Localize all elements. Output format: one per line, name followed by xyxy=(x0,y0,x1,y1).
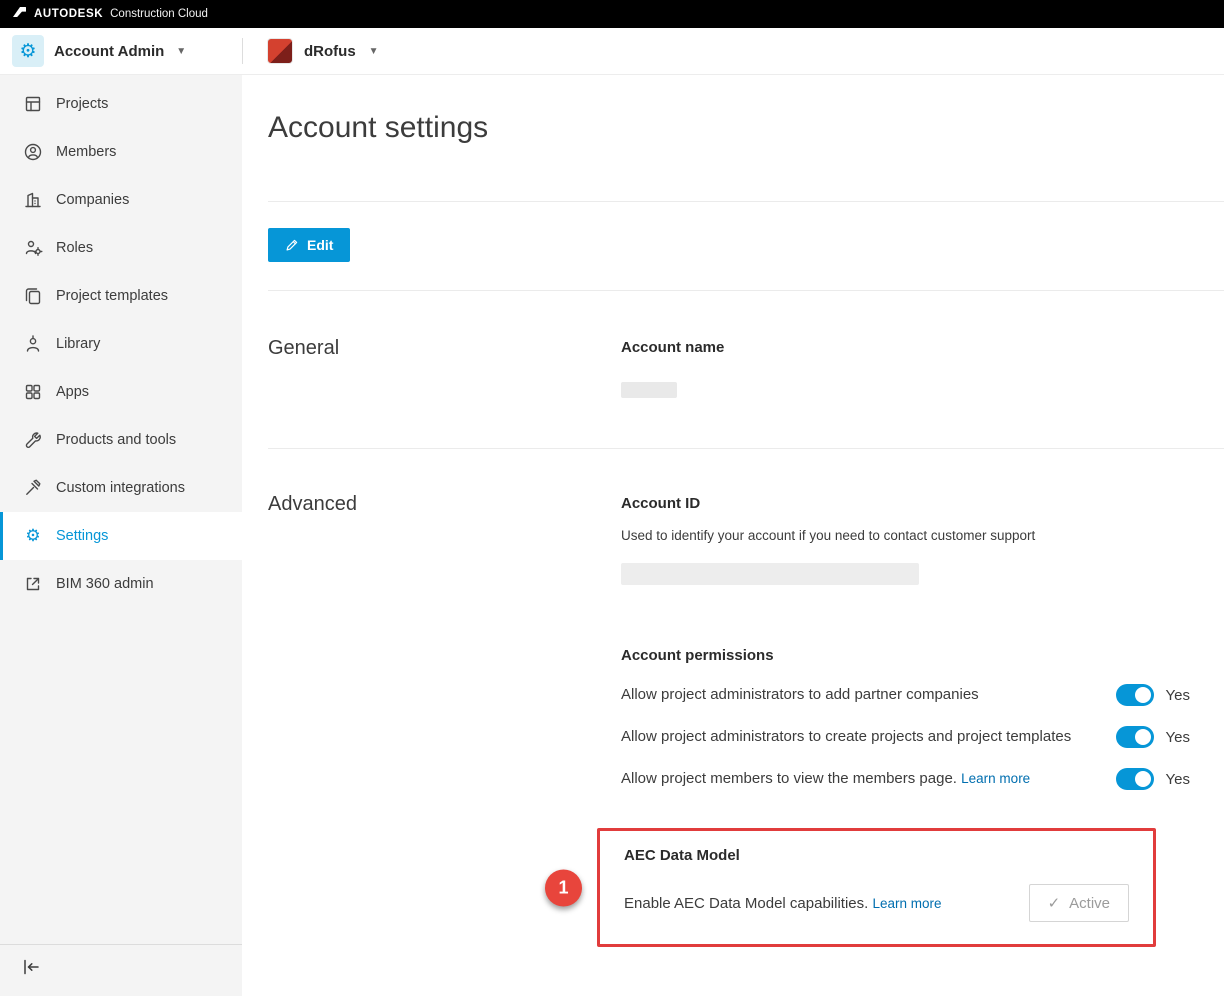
brand-suffix: Construction Cloud xyxy=(110,8,208,20)
library-icon xyxy=(23,334,43,354)
general-section: General Account name xyxy=(268,337,1224,398)
check-icon: ✓ xyxy=(1048,894,1061,912)
project-templates-icon xyxy=(23,286,43,306)
aec-text-span: Enable AEC Data Model capabilities. xyxy=(624,895,868,912)
permission-text-span: Allow project members to view the member… xyxy=(621,770,957,787)
account-name-value-redacted xyxy=(621,382,677,398)
general-section-label: General xyxy=(268,337,621,398)
account-selector[interactable]: dRofus ▼ xyxy=(243,38,379,64)
app-name: Account Admin xyxy=(54,43,164,60)
annotation-number: 1 xyxy=(558,877,568,898)
collapse-to-left-icon xyxy=(20,957,42,977)
permission-row: Allow project administrators to add part… xyxy=(621,684,1190,706)
aec-data-model-title: AEC Data Model xyxy=(624,847,1129,864)
permission-text: Allow project administrators to add part… xyxy=(621,684,979,706)
page-title: Account settings xyxy=(268,111,1224,145)
account-id-value-redacted xyxy=(621,563,919,585)
permission-control: Yes xyxy=(1116,726,1190,748)
account-admin-gear-icon: ⚙ xyxy=(12,35,44,67)
collapse-sidebar-button[interactable] xyxy=(18,957,44,979)
edit-button-label: Edit xyxy=(307,237,333,253)
divider xyxy=(268,448,1224,449)
aec-data-model-row: Enable AEC Data Model capabilities. Lear… xyxy=(624,884,1129,922)
sidebar-item-label: Roles xyxy=(56,240,93,256)
toggle-on[interactable] xyxy=(1116,684,1154,706)
sidebar-item-label: Apps xyxy=(56,384,89,400)
permission-row: Allow project members to view the member… xyxy=(621,768,1190,790)
toggle-on[interactable] xyxy=(1116,768,1154,790)
app-header: ⚙ Account Admin ▼ dRofus ▼ xyxy=(0,28,1224,75)
companies-icon xyxy=(23,190,43,210)
account-selector-label: dRofus xyxy=(304,43,356,60)
annotation-step-1: 1 xyxy=(545,869,582,906)
sidebar-item-label: Members xyxy=(56,144,116,160)
sidebar-item-settings[interactable]: ⚙ Settings xyxy=(0,512,242,560)
sidebar-item-bim360-admin[interactable]: BIM 360 admin xyxy=(0,560,242,608)
members-icon xyxy=(23,142,43,162)
sidebar-item-companies[interactable]: Companies xyxy=(0,176,242,224)
sidebar: Projects Members Companies Roles Project… xyxy=(0,75,242,996)
chevron-down-icon: ▼ xyxy=(369,46,379,57)
drofus-logo xyxy=(267,38,293,64)
sidebar-item-library[interactable]: Library xyxy=(0,320,242,368)
toggle-on[interactable] xyxy=(1116,726,1154,748)
sidebar-item-custom-integrations[interactable]: Custom integrations xyxy=(0,464,242,512)
sidebar-item-products-and-tools[interactable]: Products and tools xyxy=(0,416,242,464)
toggle-value-label: Yes xyxy=(1166,729,1190,746)
learn-more-link[interactable]: Learn more xyxy=(872,896,941,911)
app-switcher[interactable]: ⚙ Account Admin ▼ xyxy=(0,35,242,67)
sidebar-item-label: Project templates xyxy=(56,288,168,304)
roles-icon xyxy=(23,238,43,258)
permission-row: Allow project administrators to create p… xyxy=(621,726,1190,748)
sidebar-item-label: Projects xyxy=(56,96,108,112)
divider xyxy=(268,201,1224,202)
aec-data-model-text: Enable AEC Data Model capabilities. Lear… xyxy=(624,895,942,912)
main-content: Account settings Edit General Account na… xyxy=(242,75,1224,996)
account-name-label: Account name xyxy=(621,339,1190,356)
sidebar-item-label: Library xyxy=(56,336,100,352)
content-area: Projects Members Companies Roles Project… xyxy=(0,75,1224,996)
sidebar-item-members[interactable]: Members xyxy=(0,128,242,176)
top-bar: AUTODESK Construction Cloud xyxy=(0,0,1224,28)
permission-text: Allow project members to view the member… xyxy=(621,768,1030,790)
sidebar-item-projects[interactable]: Projects xyxy=(0,80,242,128)
permission-text: Allow project administrators to create p… xyxy=(621,726,1071,748)
advanced-section: Advanced Account ID Used to identify you… xyxy=(268,493,1224,947)
permission-control: Yes xyxy=(1116,768,1190,790)
external-link-icon xyxy=(23,574,43,594)
advanced-section-content: Account ID Used to identify your account… xyxy=(621,493,1224,947)
chevron-down-icon: ▼ xyxy=(176,46,186,57)
brand-name: AUTODESK xyxy=(34,8,103,20)
aec-active-button-label: Active xyxy=(1069,895,1110,912)
settings-gear-icon: ⚙ xyxy=(23,526,43,546)
autodesk-logo-icon xyxy=(12,5,27,23)
general-section-content: Account name xyxy=(621,337,1224,398)
account-id-help-text: Used to identify your account if you nee… xyxy=(621,528,1190,543)
apps-icon xyxy=(23,382,43,402)
sidebar-item-label: Custom integrations xyxy=(56,480,185,496)
account-permissions-title: Account permissions xyxy=(621,647,1190,664)
permission-control: Yes xyxy=(1116,684,1190,706)
sidebar-item-label: Products and tools xyxy=(56,432,176,448)
account-id-label: Account ID xyxy=(621,495,1190,512)
products-and-tools-icon xyxy=(23,430,43,450)
sidebar-item-label: Companies xyxy=(56,192,129,208)
sidebar-footer xyxy=(0,944,242,996)
edit-button[interactable]: Edit xyxy=(268,228,350,262)
pencil-icon xyxy=(285,238,299,252)
toggle-value-label: Yes xyxy=(1166,771,1190,788)
sidebar-item-project-templates[interactable]: Project templates xyxy=(0,272,242,320)
custom-integrations-icon xyxy=(23,478,43,498)
aec-data-model-panel: 1 AEC Data Model Enable AEC Data Model c… xyxy=(597,828,1156,947)
projects-icon xyxy=(23,94,43,114)
sidebar-item-apps[interactable]: Apps xyxy=(0,368,242,416)
learn-more-link[interactable]: Learn more xyxy=(961,771,1030,786)
sidebar-item-label: BIM 360 admin xyxy=(56,576,154,592)
divider xyxy=(268,290,1224,291)
sidebar-item-roles[interactable]: Roles xyxy=(0,224,242,272)
aec-active-button[interactable]: ✓ Active xyxy=(1029,884,1129,922)
sidebar-item-label: Settings xyxy=(56,528,108,544)
toggle-value-label: Yes xyxy=(1166,687,1190,704)
